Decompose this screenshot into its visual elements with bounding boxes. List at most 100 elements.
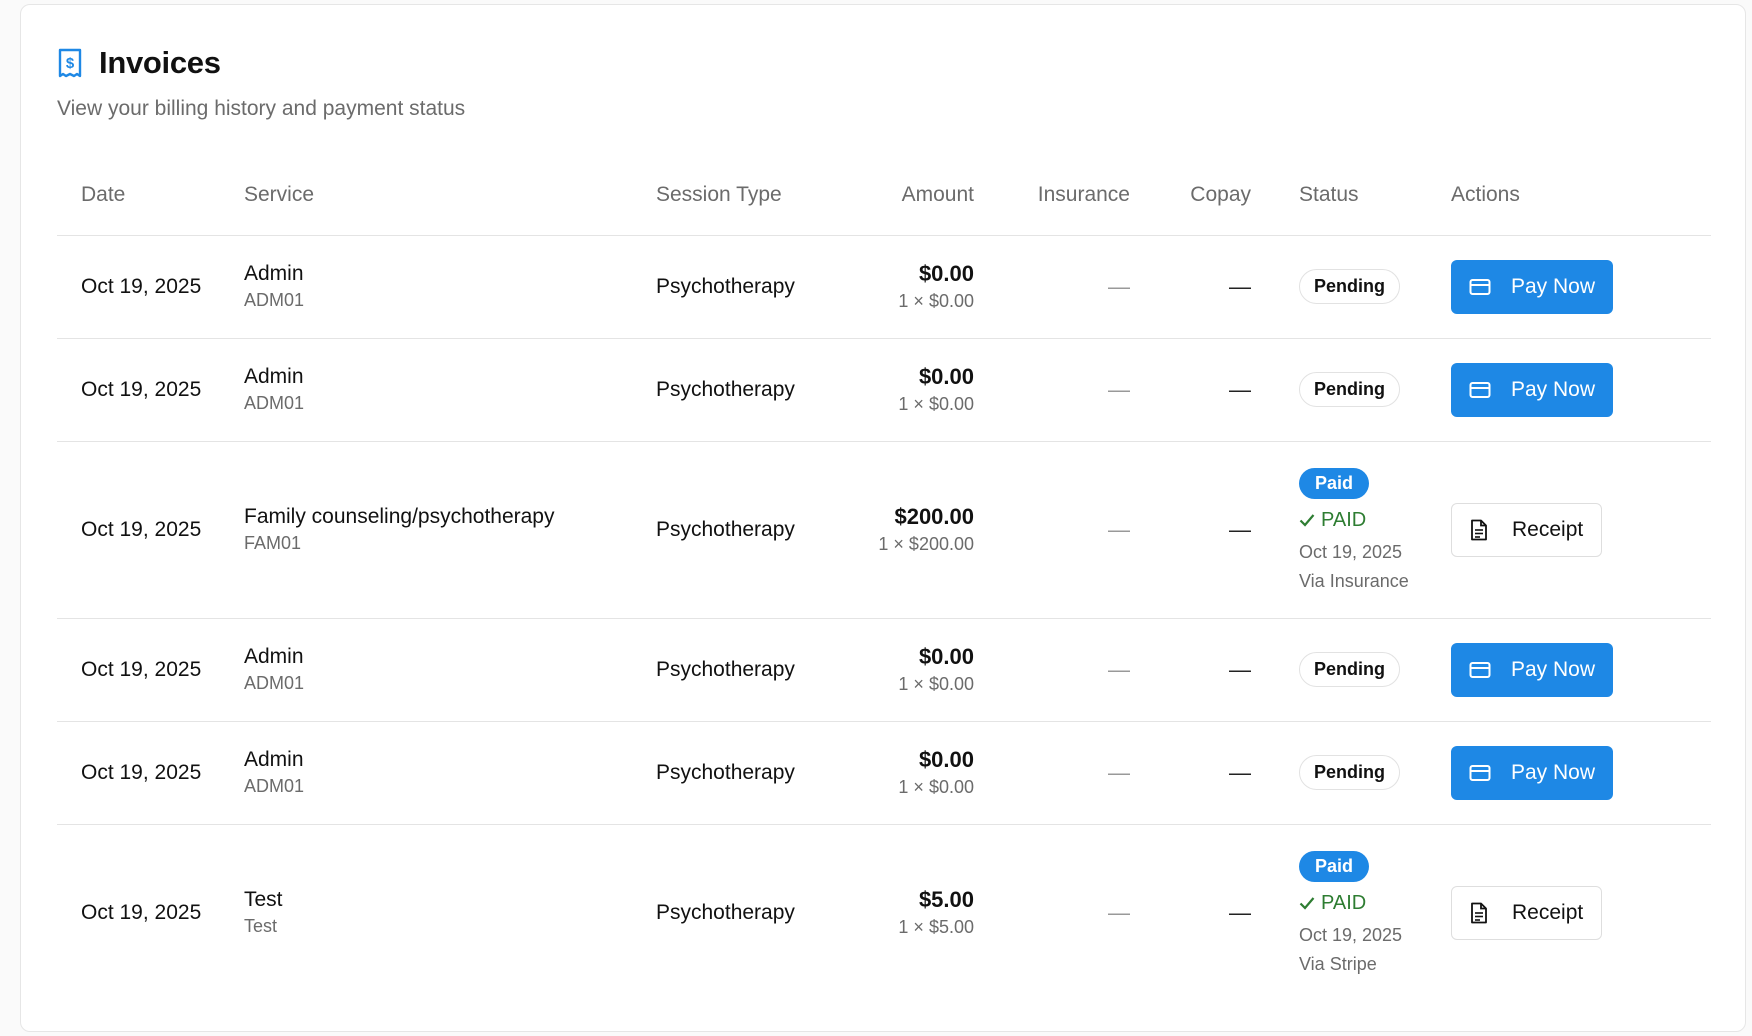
amount-detail: 1 × $200.00 <box>878 534 974 554</box>
paid-indicator: PAID <box>1299 892 1424 915</box>
service-name: Admin <box>244 748 304 771</box>
amount-total: $0.00 <box>918 644 974 669</box>
invoice-actions: Pay Now <box>1424 235 1711 339</box>
invoice-status: Pending <box>1251 338 1424 442</box>
pay-now-button[interactable]: Pay Now <box>1451 362 1614 417</box>
invoice-actions: Pay Now <box>1424 338 1711 442</box>
status-badge-pending: Pending <box>1299 269 1400 304</box>
service-name: Family counseling/psychotherapy <box>244 505 555 528</box>
copay-value: — <box>1130 721 1251 825</box>
session-type: Psychotherapy <box>656 441 846 619</box>
amount-total: $0.00 <box>918 747 974 772</box>
amount-total: $5.00 <box>918 887 974 913</box>
paid-date: Oct 19, 2025 <box>1299 924 1403 945</box>
status-badge-pending: Pending <box>1299 652 1400 687</box>
invoice-date: Oct 19, 2025 <box>57 721 244 825</box>
amount-detail: 1 × $0.00 <box>898 777 974 797</box>
insurance-empty: — <box>1108 273 1130 299</box>
copay-empty: — <box>1229 376 1251 402</box>
column-header-copay: Copay <box>1130 155 1251 236</box>
column-header-session-type: Session Type <box>656 155 846 236</box>
service-code: ADM01 <box>244 393 305 413</box>
invoice-service: Admin ADM01 <box>244 235 656 339</box>
insurance-empty: — <box>1108 899 1130 925</box>
invoices-table: Date Service Session Type Amount Insuran… <box>57 155 1711 1001</box>
invoice-actions: Receipt <box>1424 824 1711 1001</box>
column-header-amount: Amount <box>846 155 974 236</box>
pay-now-button[interactable]: Pay Now <box>1451 642 1614 697</box>
insurance-empty: — <box>1108 516 1130 542</box>
invoice-status: Pending <box>1251 235 1424 339</box>
invoice-status: Pending <box>1251 721 1424 825</box>
insurance-value: — <box>974 441 1130 619</box>
invoice-amount: $200.00 1 × $200.00 <box>846 441 974 619</box>
table-row: Oct 19, 2025 Test Test Psychotherapy $5.… <box>57 824 1711 1001</box>
invoice-service: Admin ADM01 <box>244 721 656 825</box>
document-icon <box>1470 902 1488 924</box>
insurance-empty: — <box>1108 656 1130 682</box>
invoice-date: Oct 19, 2025 <box>81 900 202 924</box>
invoice-status: Paid PAID Oct 19, 2025 Via Insurance <box>1251 441 1424 619</box>
session-type: Psychotherapy <box>656 900 795 924</box>
copay-value: — <box>1130 824 1251 1001</box>
status-badge-paid: Paid <box>1299 467 1370 499</box>
paid-label: PAID <box>1321 891 1367 914</box>
invoice-status: Paid PAID Oct 19, 2025 Via Stripe <box>1251 824 1424 1001</box>
invoice-amount: $0.00 1 × $0.00 <box>846 618 974 722</box>
receipt-dollar-icon: $ <box>57 48 83 78</box>
credit-card-icon <box>1469 661 1491 679</box>
checkmark-icon <box>1299 897 1315 910</box>
session-type: Psychotherapy <box>656 618 846 722</box>
amount-detail: 1 × $0.00 <box>898 291 974 311</box>
paid-date: Oct 19, 2025 <box>1299 541 1403 562</box>
insurance-value: — <box>974 824 1130 1001</box>
copay-empty: — <box>1229 656 1251 682</box>
column-header-service: Service <box>244 155 656 236</box>
invoice-date: Oct 19, 2025 <box>57 338 244 442</box>
pay-now-button[interactable]: Pay Now <box>1451 259 1614 314</box>
pay-now-label: Pay Now <box>1511 760 1596 784</box>
amount-total: $0.00 <box>918 364 974 389</box>
amount-detail: 1 × $0.00 <box>898 394 974 414</box>
receipt-button[interactable]: Receipt <box>1451 885 1603 940</box>
column-header-status: Status <box>1251 155 1424 236</box>
page-subtitle: View your billing history and payment st… <box>57 97 466 120</box>
checkmark-icon <box>1299 514 1315 527</box>
insurance-value: — <box>974 721 1130 825</box>
service-code: ADM01 <box>244 290 305 310</box>
insurance-empty: — <box>1108 376 1130 402</box>
invoice-actions: Receipt <box>1424 441 1711 619</box>
invoices-header: $ Invoices View your billing history and… <box>57 45 465 121</box>
copay-value: — <box>1130 338 1251 442</box>
receipt-button[interactable]: Receipt <box>1451 502 1603 557</box>
pay-now-button[interactable]: Pay Now <box>1451 745 1614 800</box>
invoice-date: Oct 19, 2025 <box>57 618 244 722</box>
session-type: Psychotherapy <box>656 235 846 339</box>
copay-value: — <box>1130 441 1251 619</box>
invoice-date: Oct 19, 2025 <box>57 441 244 619</box>
table-row: Oct 19, 2025 Admin ADM01 Psychotherapy $… <box>57 618 1711 722</box>
credit-card-icon <box>1469 764 1491 782</box>
service-code: ADM01 <box>244 776 305 796</box>
invoice-status: Pending <box>1251 618 1424 722</box>
amount-total: $0.00 <box>918 261 974 286</box>
service-code: FAM01 <box>244 533 302 553</box>
column-header-insurance: Insurance <box>974 155 1130 236</box>
column-header-date: Date <box>57 155 244 236</box>
paid-via: Via Stripe <box>1299 953 1377 974</box>
copay-value: — <box>1130 235 1251 339</box>
service-name: Admin <box>244 262 304 285</box>
receipt-label: Receipt <box>1512 517 1584 541</box>
table-row: Oct 19, 2025 Family counseling/psychothe… <box>57 441 1711 619</box>
amount-detail: 1 × $0.00 <box>898 674 974 694</box>
insurance-value: — <box>974 235 1130 339</box>
copay-empty: — <box>1229 899 1251 925</box>
service-code: ADM01 <box>244 673 305 693</box>
table-header-row: Date Service Session Type Amount Insuran… <box>57 155 1711 236</box>
service-name: Test <box>244 888 283 912</box>
status-badge-paid: Paid <box>1299 850 1370 882</box>
svg-text:$: $ <box>66 55 75 72</box>
paid-label: PAID <box>1321 508 1367 531</box>
table-row: Oct 19, 2025 Admin ADM01 Psychotherapy $… <box>57 338 1711 442</box>
pay-now-label: Pay Now <box>1511 274 1596 298</box>
